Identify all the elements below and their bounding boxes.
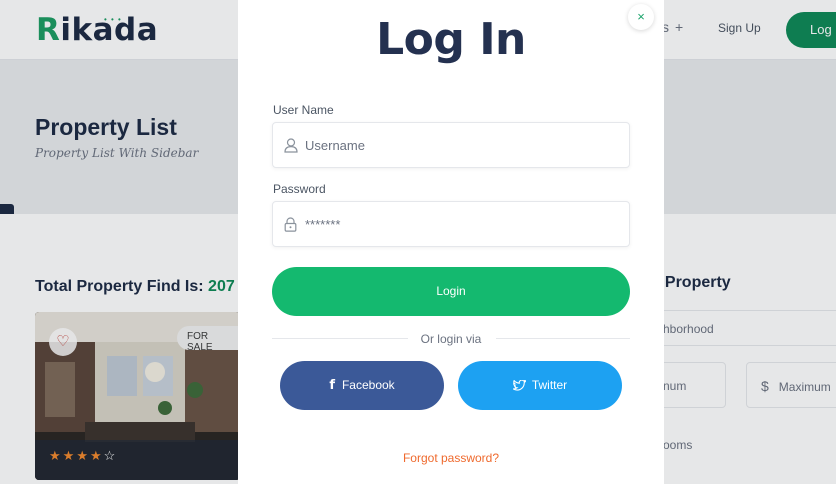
user-icon [284,138,298,153]
facebook-login-button[interactable]: f Facebook [280,361,444,410]
username-field-wrapper [272,122,630,168]
lock-icon [284,217,297,232]
twitter-icon [512,380,526,391]
login-button[interactable]: Login [272,267,630,316]
facebook-icon: f [329,378,335,393]
username-input[interactable] [305,123,621,167]
or-login-via: Or login via [420,332,482,346]
forgot-password-link[interactable]: Forgot password? [238,451,664,465]
modal-title: Log In [376,14,526,65]
username-label: User Name [273,103,334,117]
password-field-wrapper [272,201,630,247]
password-label: Password [273,182,326,196]
password-input[interactable] [305,202,621,246]
login-modal: × Log In User Name Password Login Or log… [238,0,664,484]
divider-right [496,338,630,339]
twitter-login-button[interactable]: Twitter [458,361,622,410]
